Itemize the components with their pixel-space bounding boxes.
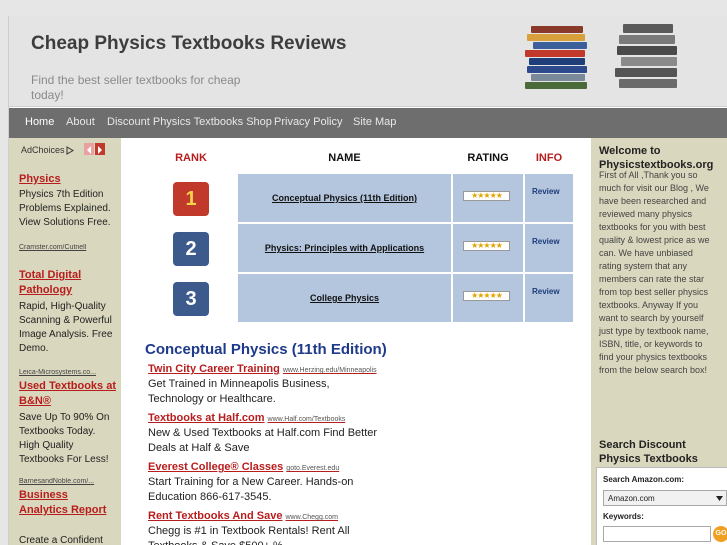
star-rating[interactable]: ★★★★★ xyxy=(463,241,510,251)
table-row: 1 Conceptual Physics (11th Edition) ★★★★… xyxy=(146,174,573,222)
nav-home[interactable]: Home xyxy=(25,116,54,128)
rank-cell: 2 xyxy=(146,224,236,272)
welcome-heading: Welcome to Physicstextbooks.org xyxy=(599,145,714,171)
header-rating: RATING xyxy=(453,144,523,172)
right-sidebar: Welcome to Physicstextbooks.org First of… xyxy=(591,138,727,545)
nav-site-map[interactable]: Site Map xyxy=(353,116,396,128)
rank-cell: 1 xyxy=(146,174,236,222)
book-name-link[interactable]: Physics: Principles with Applications xyxy=(238,224,451,272)
main-nav: Home About Discount Physics Textbooks Sh… xyxy=(9,108,727,138)
nav-discount-shop[interactable]: Discount Physics Textbooks Shop xyxy=(107,116,272,128)
ad-next-icon[interactable] xyxy=(95,143,105,155)
left-ad-sidebar: AdChoices Physics Physics 7th Edition Pr… xyxy=(9,138,121,545)
sponsored-link-title[interactable]: Textbooks at Half.com xyxy=(148,412,265,424)
welcome-text: First of All ,Thank you so much for visi… xyxy=(599,170,710,375)
keywords-input[interactable] xyxy=(603,526,711,542)
sponsored-link-title[interactable]: Twin City Career Training xyxy=(148,363,280,375)
review-link[interactable]: Review xyxy=(525,174,573,222)
rating-cell: ★★★★★ xyxy=(453,274,523,322)
rating-cell: ★★★★★ xyxy=(453,174,523,222)
ad-url[interactable]: Cramster.com/Cutnell xyxy=(19,244,119,251)
site-header: Cheap Physics Textbooks Reviews Find the… xyxy=(9,16,727,107)
page: Cheap Physics Textbooks Reviews Find the… xyxy=(8,16,727,545)
rank-cell: 3 xyxy=(146,274,236,322)
main-heading: Conceptual Physics (11th Edition) xyxy=(145,341,387,358)
ad-url[interactable]: Leica-Microsystems.co... xyxy=(19,369,119,376)
nav-about[interactable]: About xyxy=(66,116,95,128)
ad-text: Save Up To 90% On Textbooks Today. High … xyxy=(19,412,110,465)
book-stack-image xyxy=(525,26,591,94)
sponsored-link-desc: Get Trained in Minneapolis Business, Tec… xyxy=(148,378,330,405)
table-row: 2 Physics: Principles with Applications … xyxy=(146,224,573,272)
ad-title[interactable]: Total Digital Pathology xyxy=(19,268,119,298)
amazon-store-select[interactable]: Amazon.com xyxy=(603,490,727,506)
site-title[interactable]: Cheap Physics Textbooks Reviews xyxy=(31,33,346,55)
star-rating[interactable]: ★★★★★ xyxy=(463,291,510,301)
sponsored-link-url[interactable]: www.Half.com/Textbooks xyxy=(268,416,346,423)
sponsored-link-desc: Chegg is #1 in Textbook Rentals! Rent Al… xyxy=(148,525,350,545)
header-rank: RANK xyxy=(146,144,236,172)
amazon-store-value: Amazon.com xyxy=(608,494,655,503)
keywords-label: Keywords: xyxy=(603,512,644,521)
adchoices-label[interactable]: AdChoices xyxy=(21,145,65,155)
sponsored-link-title[interactable]: Everest College® Classes xyxy=(148,461,283,473)
book-stack-image-2 xyxy=(613,24,683,94)
sponsored-link-desc: Start Training for a New Career. Hands-o… xyxy=(148,476,354,503)
ad-title[interactable]: Business Analytics Report xyxy=(19,488,119,518)
ad-text: Rapid, High-Quality Scanning & Powerful … xyxy=(19,301,113,354)
rating-cell: ★★★★★ xyxy=(453,224,523,272)
ad-title[interactable]: Used Textbooks at B&N® xyxy=(19,379,119,409)
ranking-table: RANK NAME RATING INFO 1 Conceptual Physi… xyxy=(146,144,573,324)
header-info: INFO xyxy=(525,144,573,172)
sponsored-link[interactable]: Rent Textbooks And Save www.Chegg.com xyxy=(148,510,338,522)
sponsored-link[interactable]: Twin City Career Training www.Herzing.edu… xyxy=(148,363,377,375)
amazon-search-widget: Search Amazon.com: Amazon.com Keywords: … xyxy=(596,467,727,545)
ad-text: Physics 7th Edition Problems Explained. … xyxy=(19,189,111,228)
sponsored-link[interactable]: Textbooks at Half.com www.Half.com/Textbo… xyxy=(148,412,345,424)
book-name-link[interactable]: College Physics xyxy=(238,274,451,322)
adchoices-icon[interactable] xyxy=(66,146,74,155)
ad-title[interactable]: Physics xyxy=(19,172,119,187)
ad-url[interactable]: BarnesandNoble.com/... xyxy=(19,478,119,485)
table-row: 3 College Physics ★★★★★ Review xyxy=(146,274,573,322)
rank-2-badge-icon: 2 xyxy=(173,232,209,266)
site-tagline: Find the best seller textbooks for cheap… xyxy=(31,73,241,102)
amazon-search-label: Search Amazon.com: xyxy=(603,475,685,484)
header-name: NAME xyxy=(238,144,451,172)
sponsored-link[interactable]: Everest College® Classes goto.Everest.edu xyxy=(148,461,339,473)
star-rating[interactable]: ★★★★★ xyxy=(463,191,510,201)
sponsored-link-url[interactable]: goto.Everest.edu xyxy=(286,465,339,472)
ad-text: Create a Confident xyxy=(19,535,103,545)
review-link[interactable]: Review xyxy=(525,274,573,322)
rank-1-star-icon: 1 xyxy=(173,182,209,216)
search-heading: Search Discount Physics Textbooks xyxy=(599,439,698,465)
sponsored-link-url[interactable]: www.Chegg.com xyxy=(285,514,338,521)
rank-3-badge-icon: 3 xyxy=(173,282,209,316)
go-button[interactable]: GO xyxy=(713,526,727,542)
book-name-link[interactable]: Conceptual Physics (11th Edition) xyxy=(238,174,451,222)
sponsored-link-desc: New & Used Textbooks at Half.com Find Be… xyxy=(148,427,378,454)
review-link[interactable]: Review xyxy=(525,224,573,272)
chevron-down-icon xyxy=(716,496,723,501)
nav-privacy-policy[interactable]: Privacy Policy xyxy=(274,116,342,128)
sponsored-link-title[interactable]: Rent Textbooks And Save xyxy=(148,510,282,522)
sponsored-link-url[interactable]: www.Herzing.edu/Minneapolis xyxy=(283,367,377,374)
ad-prev-icon[interactable] xyxy=(84,143,94,155)
